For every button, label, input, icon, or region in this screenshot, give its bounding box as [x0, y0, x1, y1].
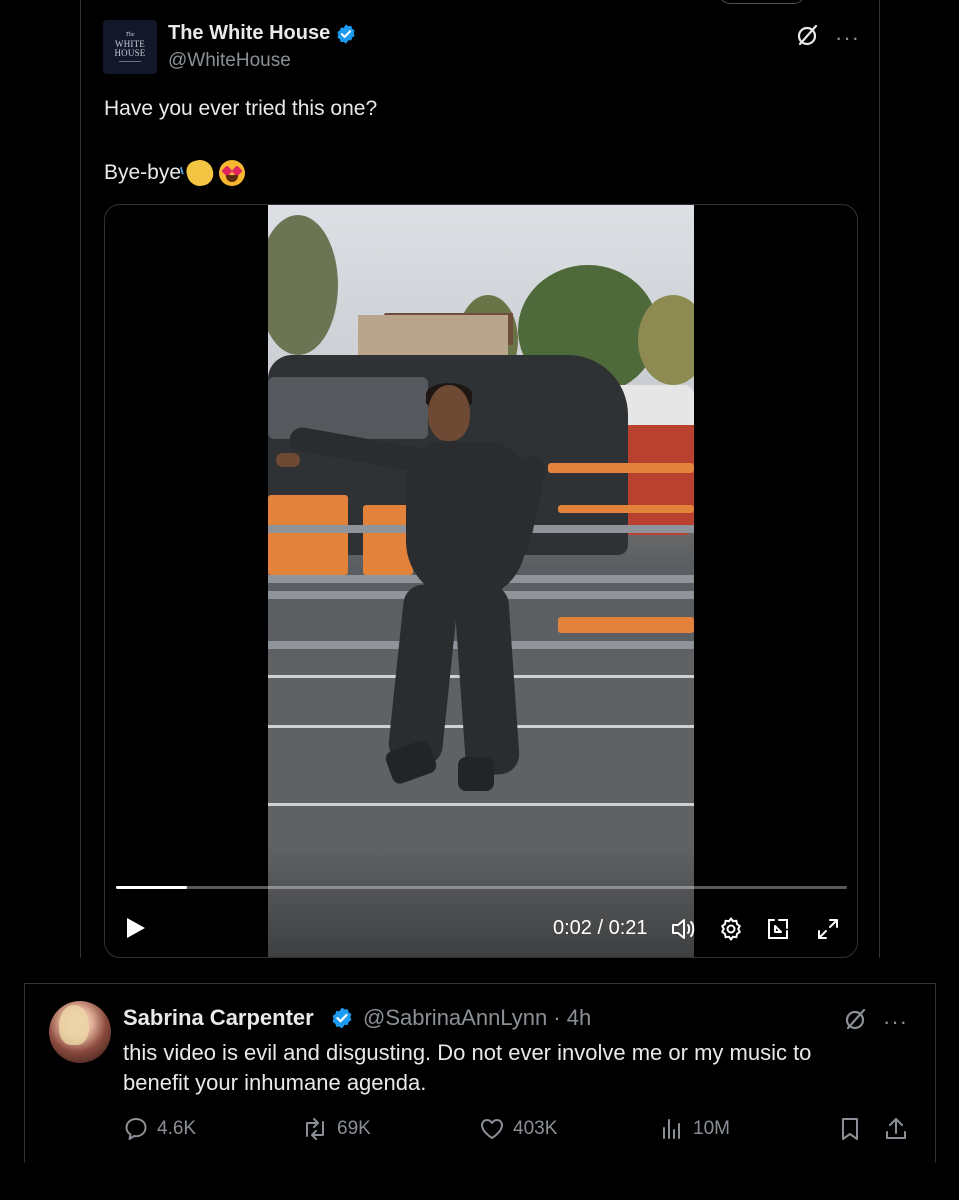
bookmark-icon — [842, 1118, 858, 1140]
avatar-logo-rule — [119, 61, 141, 62]
verified-badge-icon — [330, 1006, 354, 1035]
repost-button[interactable]: 69K — [301, 1116, 371, 1142]
post-text-line2: Bye-bye — [104, 157, 246, 189]
video-player[interactable]: 0:02 / 0:21 — [104, 204, 858, 958]
heart-eyes-emoji-icon — [219, 160, 246, 186]
settings-gear-icon[interactable] — [718, 916, 744, 947]
post-text: Have you ever tried this one? — [104, 97, 378, 120]
more-options-icon[interactable]: ··· — [835, 26, 860, 49]
avatar-logo-text: The — [125, 32, 135, 38]
post-text-byebye: Bye-bye — [104, 161, 182, 184]
previous-post-button[interactable] — [719, 0, 805, 4]
white-house-post: The WHITE HOUSE The White House @WhiteHo… — [80, 0, 880, 958]
analytics-bar-icon — [663, 1119, 680, 1139]
share-button[interactable] — [883, 1116, 909, 1142]
reply-author-handle-time[interactable]: @SabrinaAnnLynn · 4h — [363, 1005, 591, 1031]
engagement-bar: 4.6K 69K 403K 10M — [123, 1116, 923, 1146]
volume-icon[interactable] — [670, 916, 696, 947]
video-progress-fill — [116, 886, 187, 889]
video-time: 0:02 / 0:21 — [553, 917, 648, 939]
waving-hand-emoji-icon — [184, 157, 216, 189]
grok-icon[interactable] — [795, 22, 821, 53]
reply-count: 4.6K — [157, 1118, 197, 1139]
views-button[interactable]: 10M — [659, 1116, 730, 1142]
reply-icon — [125, 1118, 147, 1140]
white-house-avatar[interactable]: The WHITE HOUSE — [103, 20, 157, 74]
grok-icon[interactable] — [843, 1006, 869, 1037]
author-name[interactable]: The White House — [168, 22, 330, 45]
sabrina-carpenter-post: Sabrina Carpenter @SabrinaAnnLynn · 4h ·… — [24, 983, 936, 1163]
play-icon[interactable] — [123, 916, 147, 945]
reply-button[interactable]: 4.6K — [123, 1116, 196, 1142]
verified-badge-icon — [335, 23, 357, 50]
more-options-icon[interactable]: ··· — [883, 1010, 908, 1033]
share-icon — [886, 1118, 906, 1139]
picture-in-picture-icon[interactable] — [765, 916, 791, 947]
repost-icon — [306, 1118, 324, 1140]
fullscreen-icon[interactable] — [815, 916, 841, 947]
bookmark-button[interactable] — [837, 1116, 863, 1142]
heart-icon — [481, 1119, 503, 1139]
author-handle[interactable]: @WhiteHouse — [168, 50, 291, 72]
video-frame — [268, 205, 694, 957]
post-header-actions: ··· — [795, 22, 860, 53]
video-progress-bar[interactable] — [116, 886, 847, 889]
like-button[interactable]: 403K — [479, 1116, 557, 1142]
avatar-logo-text: HOUSE — [114, 48, 146, 58]
sabrina-carpenter-avatar[interactable] — [49, 1001, 111, 1063]
view-count: 10M — [693, 1118, 730, 1139]
reply-text: this video is evil and disgusting. Do no… — [123, 1040, 812, 1095]
reply-header-actions: ··· — [843, 1006, 908, 1037]
reply-author-name[interactable]: Sabrina Carpenter — [123, 1005, 314, 1031]
like-count: 403K — [513, 1118, 558, 1139]
repost-count: 69K — [337, 1118, 371, 1139]
